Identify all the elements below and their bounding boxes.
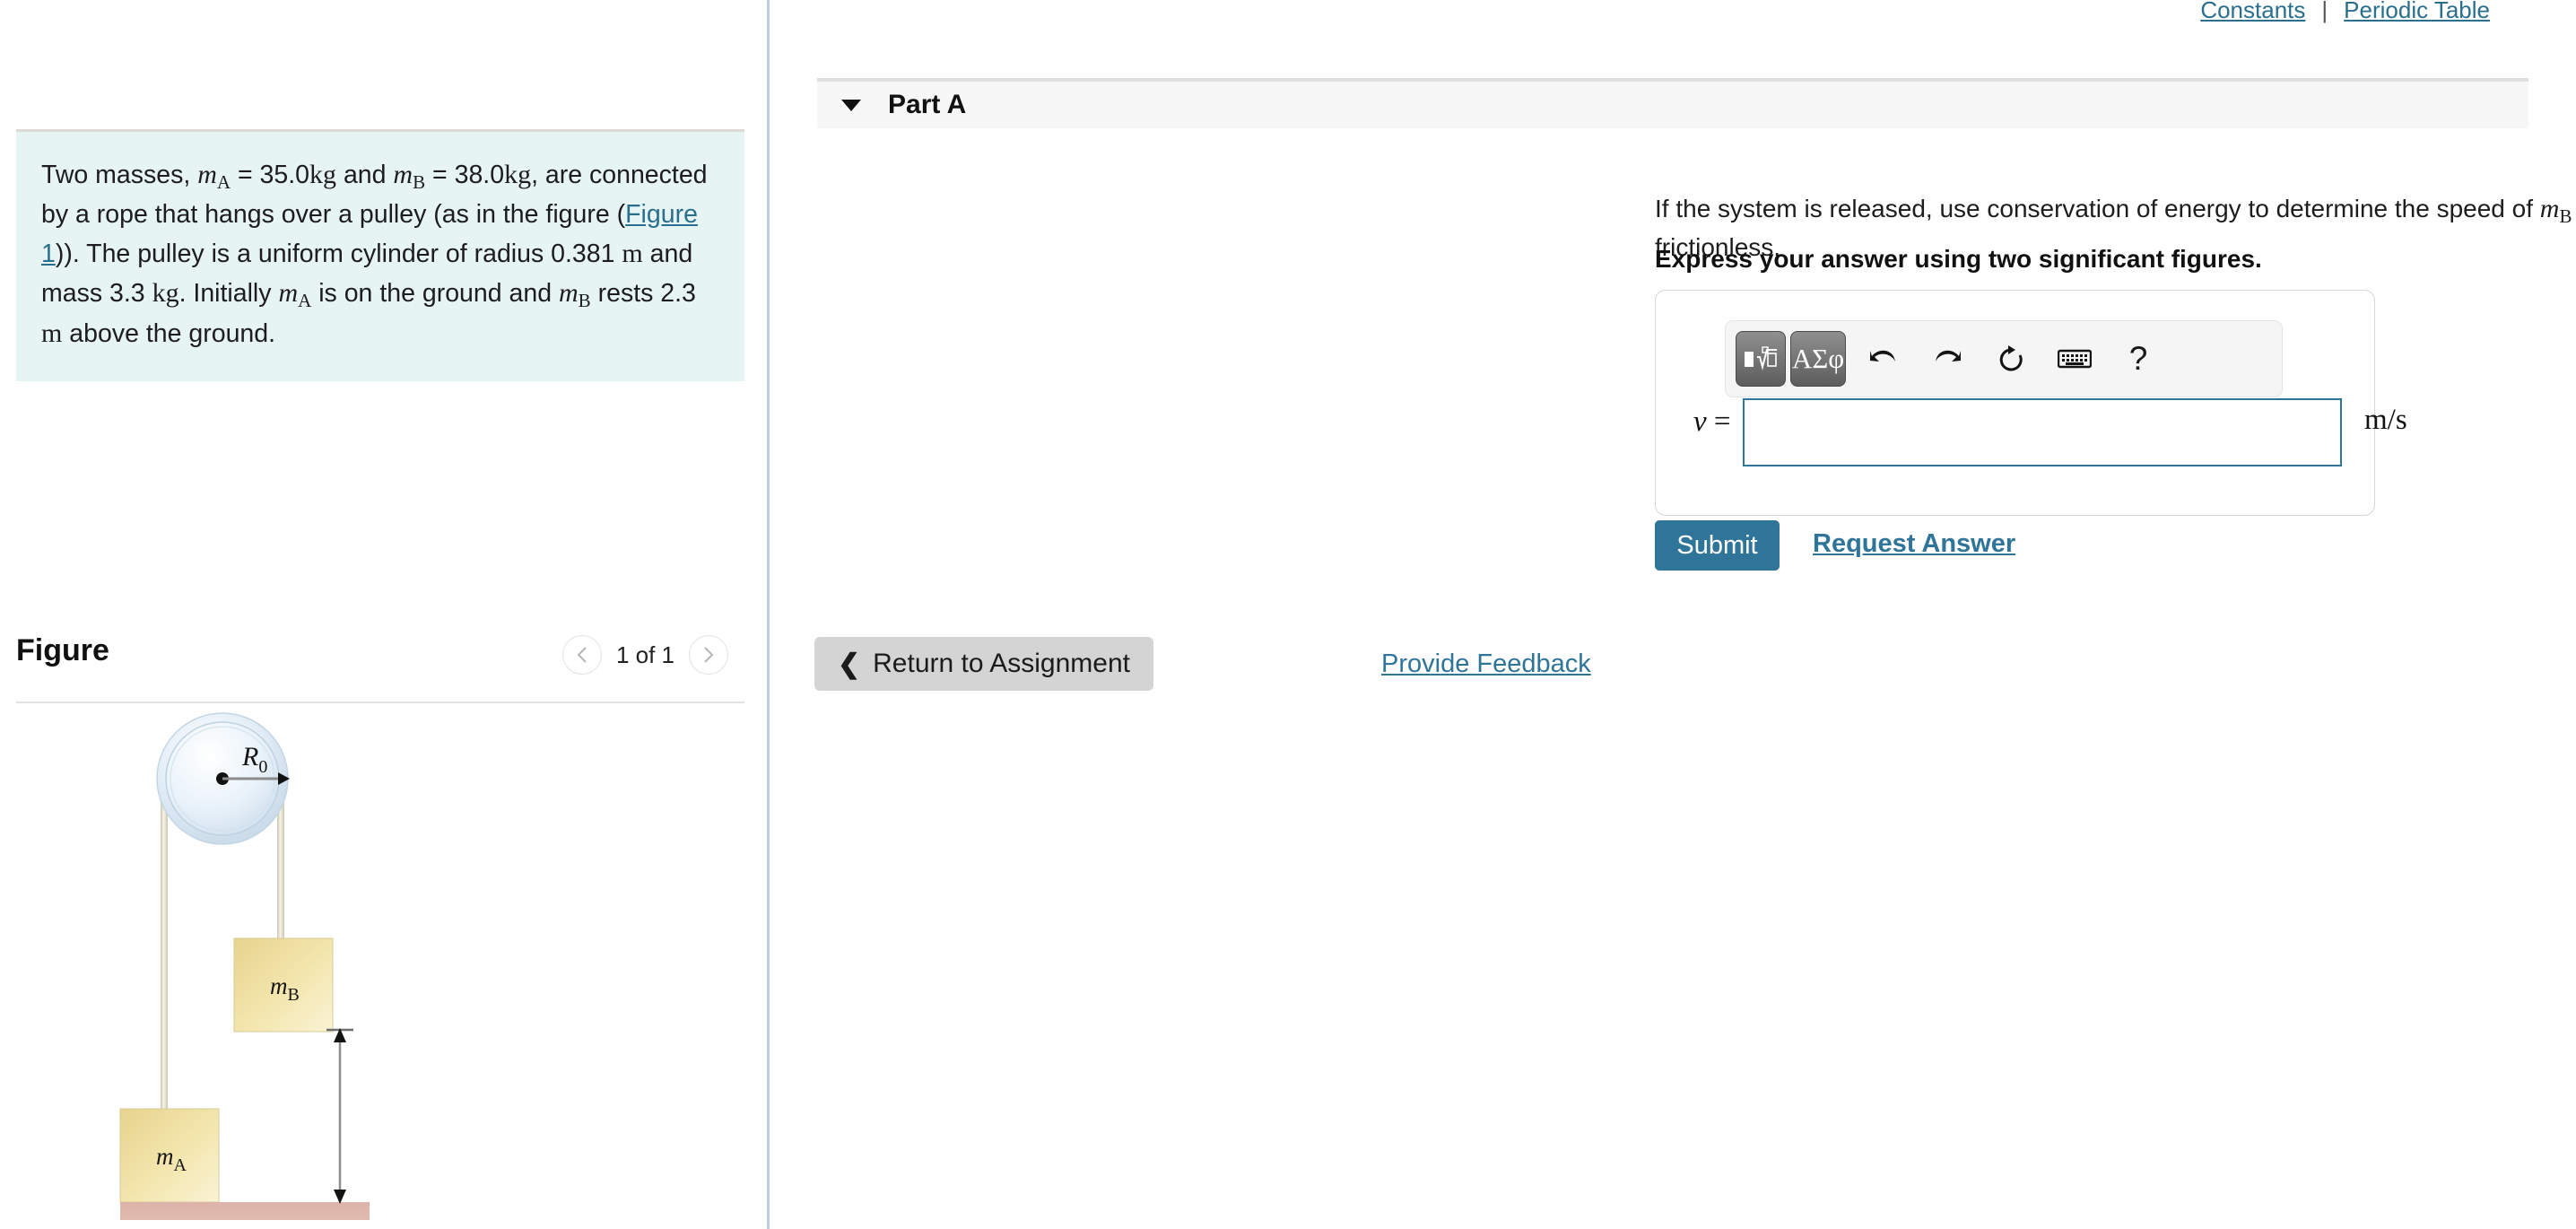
unit-kg-2: kg [504, 160, 532, 189]
provide-feedback-link[interactable]: Provide Feedback [1381, 649, 1591, 679]
mass-b-symbol: mB [393, 160, 426, 193]
block-a: mA [119, 1108, 220, 1203]
top-links: Constants | Periodic Table [2200, 0, 2490, 24]
question-mass-b-symbol: mB [2539, 194, 2572, 227]
keyboard-glyph [2058, 349, 2092, 369]
keyboard-icon[interactable] [2049, 331, 2101, 387]
part-a-header[interactable]: Part A [817, 78, 2528, 128]
answer-input[interactable] [1743, 398, 2342, 466]
mass-b-symbol-2: mB [559, 277, 591, 311]
reset-glyph [1999, 345, 2023, 371]
conjunction-and: and [343, 161, 387, 189]
periodic-table-link[interactable]: Periodic Table [2344, 0, 2490, 24]
ground-surface [120, 1202, 370, 1220]
request-answer-link[interactable]: Request Answer [1813, 529, 2015, 559]
part-a-title: Part A [888, 90, 967, 119]
top-links-separator: | [2321, 0, 2328, 23]
answer-units: m/s [2364, 404, 2407, 436]
figure-divider [16, 702, 744, 703]
constants-link[interactable]: Constants [2200, 0, 2305, 24]
undo-icon[interactable] [1858, 331, 1910, 387]
undo-glyph [1870, 350, 1895, 362]
figure-illustration: R0 mB mA [16, 709, 744, 1220]
figure-pager: 1 of 1 [561, 635, 728, 675]
express-answer-instruction: Express your answer using two significan… [1655, 245, 2262, 273]
mass-b-value: = 38.0 [432, 161, 505, 189]
figure-next-button[interactable] [689, 635, 728, 675]
unit-m-2: m [41, 318, 63, 349]
mass-a-symbol-2: mA [278, 277, 312, 311]
caret-down-icon[interactable] [841, 99, 861, 111]
figure-prev-button[interactable] [561, 635, 602, 675]
help-icon[interactable]: ? [2112, 331, 2164, 387]
block-b: mB [233, 937, 334, 1033]
left-pane: Two masses, mA = 35.0kg and mB = 38.0kg,… [0, 0, 767, 1229]
greek-symbols-icon[interactable]: ΑΣφ [1790, 331, 1846, 387]
unit-kg-3: kg [152, 277, 179, 308]
math-toolbar: ΑΣφ ? [1725, 320, 2283, 397]
unit-m-1: m [622, 238, 643, 268]
mass-a-symbol: mA [197, 160, 231, 193]
redo-icon[interactable] [1921, 331, 1973, 387]
page-root: Two masses, mA = 35.0kg and mB = 38.0kg,… [0, 0, 2576, 1229]
problem-intro: Two masses, [41, 161, 191, 189]
sentence-2-tail: . Initially [178, 278, 272, 308]
mass-a-value: = 35.0 [237, 161, 310, 189]
bottom-action-bar: ❮ Return to Assignment Provide Feedback [770, 637, 2576, 700]
figure-counter: 1 of 1 [615, 641, 674, 668]
math-template-glyph [1745, 346, 1777, 370]
right-pane: Constants | Periodic Table Part A If the… [770, 0, 2576, 1229]
return-button-label: Return to Assignment [873, 649, 1130, 678]
rope-left [161, 779, 168, 1111]
sentence-1-end: )). [55, 239, 80, 268]
sentence-3-end: above the ground. [69, 319, 276, 349]
pulley: R0 [156, 712, 290, 845]
return-to-assignment-button[interactable]: ❮ Return to Assignment [814, 637, 1153, 691]
sentence-3-tail: rests 2.3 [597, 278, 696, 308]
answer-card: ΑΣφ ? v = m/s [1655, 290, 2407, 516]
chevron-left-icon: ❮ [838, 649, 861, 679]
math-template-icon[interactable] [1736, 331, 1786, 387]
chevron-left-icon [577, 647, 587, 663]
chevron-right-icon [704, 647, 714, 663]
question-pre: If the system is released, use conservat… [1655, 195, 2533, 222]
problem-statement-text: Two masses, mA = 35.0kg and mB = 38.0kg,… [41, 155, 719, 354]
redo-glyph [1936, 350, 1961, 362]
reset-icon[interactable] [1985, 331, 2037, 387]
sentence-2-head: The pulley is a uniform cylinder of radi… [86, 239, 615, 268]
pulley-diagram: R0 mB mA [119, 712, 370, 1220]
submit-button[interactable]: Submit [1655, 520, 1780, 571]
height-dimension-arrow [326, 1028, 353, 1204]
unit-kg-1: kg [309, 160, 337, 189]
sentence-3-mid: is on the ground and [318, 278, 553, 308]
figure-header: Figure 1 of 1 [16, 628, 744, 682]
figure-panel-title: Figure [16, 633, 109, 667]
answer-variable-label: v = [1693, 405, 1731, 438]
problem-statement-card: Two masses, mA = 35.0kg and mB = 38.0kg,… [16, 129, 744, 381]
